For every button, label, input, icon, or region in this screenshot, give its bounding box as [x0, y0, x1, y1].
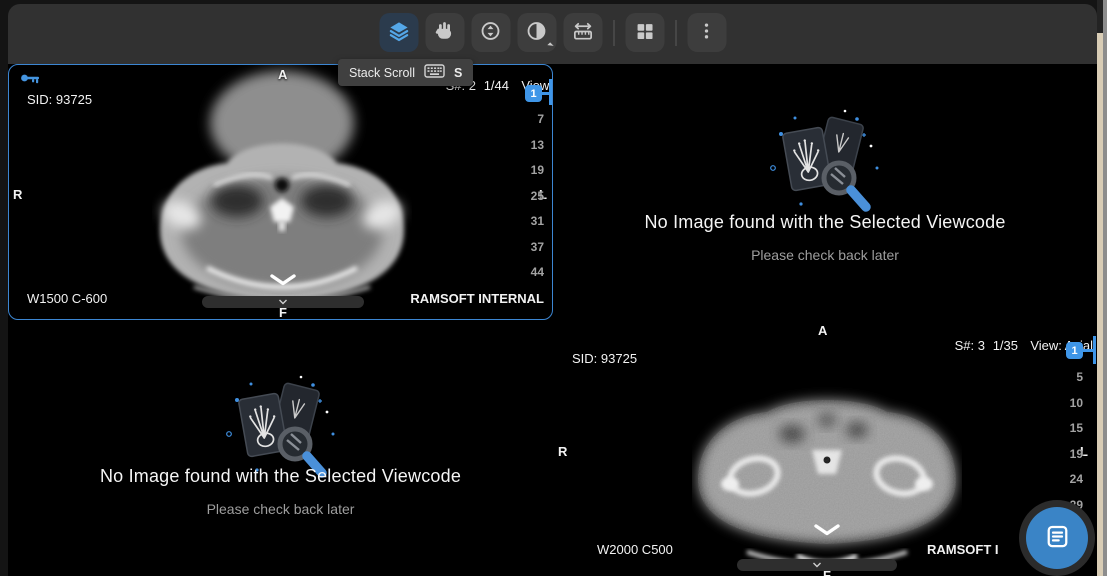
window-level-label: W2000 C500: [597, 542, 673, 557]
orientation-marker-top: A: [818, 323, 827, 338]
slice-count-label: 1/35: [993, 338, 1018, 353]
window-level-label: W1500 C-600: [27, 291, 107, 306]
layout-button[interactable]: [625, 13, 664, 52]
expand-chevron-icon[interactable]: [269, 273, 297, 291]
thumbnail-drawer-handle[interactable]: [737, 559, 897, 571]
stack-position-badge[interactable]: 1: [525, 85, 542, 102]
pan-button[interactable]: [425, 13, 464, 52]
scale-tick: 5: [1053, 370, 1083, 384]
scale-tick: 10: [1053, 396, 1083, 410]
orientation-marker-top: A: [278, 67, 287, 82]
thumbnail-drawer-handle[interactable]: [202, 296, 364, 308]
orientation-marker-left: R: [13, 187, 22, 202]
scroll-icon: [480, 20, 502, 45]
scale-tick: 13: [514, 138, 544, 152]
dropdown-caret-icon: [547, 42, 553, 48]
stack-scrollbar-thumb[interactable]: [1093, 336, 1096, 364]
viewport-bottom-left[interactable]: No Image found with the Selected Viewcod…: [8, 320, 553, 576]
measure-ruler-icon: [571, 20, 594, 46]
slice-number-label: S#: 3: [955, 338, 985, 353]
tool-buttons: [379, 13, 726, 52]
scale-tick: 25: [514, 189, 544, 203]
stack-scrollbar-thumb[interactable]: [549, 79, 552, 105]
pan-hand-icon: [434, 20, 456, 45]
viewport-top-right[interactable]: No Image found with the Selected Viewcod…: [553, 64, 1097, 320]
expand-chevron-icon[interactable]: [813, 523, 841, 541]
medical-image-viewer: Stack Scroll S: [0, 0, 1107, 576]
scale-tick: 44: [514, 265, 544, 279]
stack-position-badge[interactable]: 1: [1066, 342, 1083, 359]
scale-tick: 37: [514, 240, 544, 254]
window-edge: [1103, 0, 1107, 576]
measure-button[interactable]: [563, 13, 602, 52]
window-level-button[interactable]: [517, 13, 556, 52]
no-image-title: No Image found with the Selected Viewcod…: [553, 212, 1097, 233]
viewport-top-left[interactable]: SID: 93725 A R L F S#: 2 1/44 View: Axia…: [8, 64, 553, 320]
scale-tick: 15: [1053, 421, 1083, 435]
watermark-label: RAMSOFT INTERNAL: [410, 291, 544, 306]
watermark-label: RAMSOFT I: [927, 542, 999, 557]
scale-tick: 24: [1053, 472, 1083, 486]
slice-count-label: 1/44: [484, 78, 509, 93]
scale-tick: 7: [514, 112, 544, 126]
sid-label: SID: 93725: [572, 351, 637, 366]
ct-axial-image: [152, 65, 412, 307]
no-image-xray-search-icon: [759, 106, 891, 223]
more-options-button[interactable]: [687, 13, 726, 52]
key-image-icon[interactable]: [19, 70, 41, 91]
sid-label: SID: 93725: [27, 92, 92, 107]
no-image-subtitle: Please check back later: [553, 247, 1097, 263]
window-level-icon: [526, 20, 548, 45]
toolbar: [8, 4, 1097, 64]
no-image-subtitle: Please check back later: [8, 501, 553, 517]
viewport-bottom-right[interactable]: SID: 93725 A R L F S#: 3 1/35 View: Axia…: [553, 320, 1097, 576]
ct-axial-image: [692, 372, 962, 576]
scale-tick: 19: [1053, 447, 1083, 461]
layers-icon: [387, 20, 410, 46]
more-options-icon: [697, 21, 717, 44]
scale-tick: 19: [514, 163, 544, 177]
toolbar-divider: [613, 20, 614, 46]
stack-scroll-tooltip: Stack Scroll S: [338, 59, 473, 86]
scale-tick: 31: [514, 214, 544, 228]
keyboard-icon: [424, 64, 445, 81]
layout-grid-icon: [634, 21, 655, 45]
no-image-title: No Image found with the Selected Viewcod…: [8, 466, 553, 487]
stack-scroll-button[interactable]: [379, 13, 418, 52]
tooltip-shortcut: S: [454, 66, 462, 80]
tooltip-label: Stack Scroll: [349, 66, 415, 80]
orientation-marker-left: R: [558, 444, 567, 459]
scroll-button[interactable]: [471, 13, 510, 52]
document-form-icon: [1044, 523, 1071, 553]
toolbar-divider: [675, 20, 676, 46]
feedback-form-button[interactable]: [1026, 507, 1088, 569]
